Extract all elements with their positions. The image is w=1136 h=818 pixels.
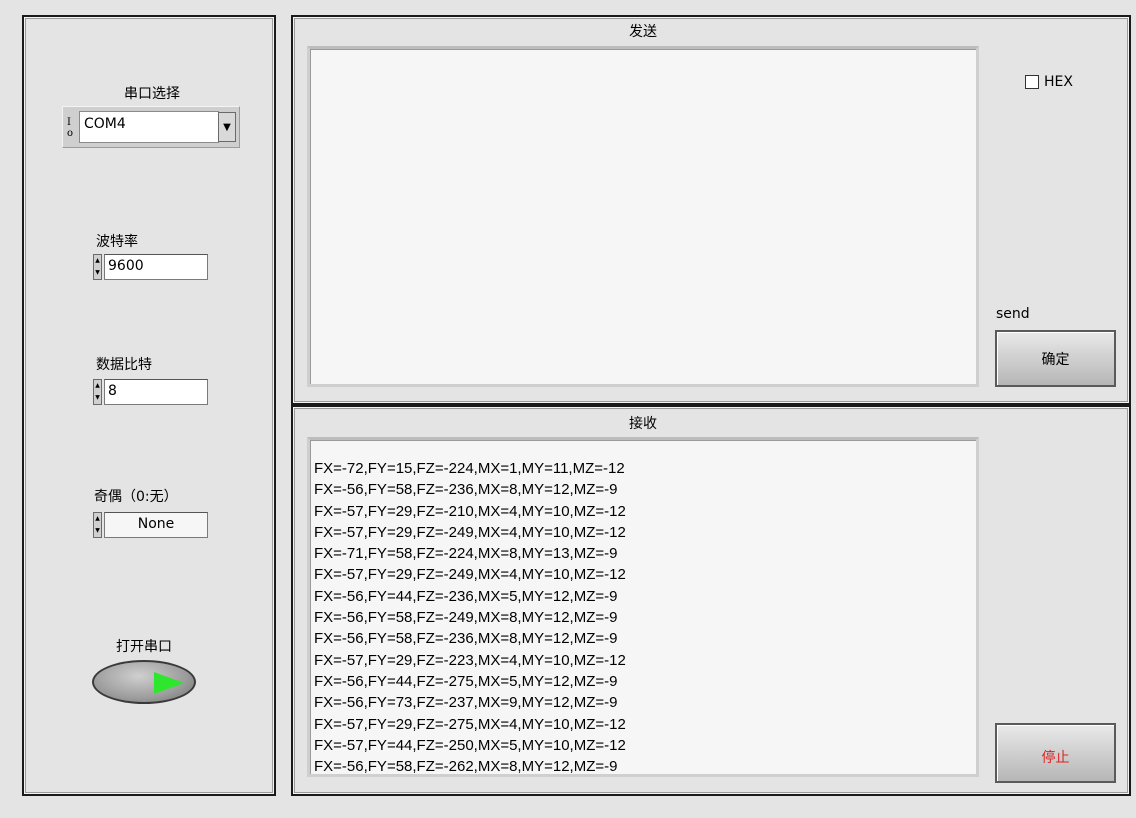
port-select-value[interactable]: COM4: [79, 111, 219, 143]
stop-button[interactable]: 停止: [995, 723, 1116, 783]
decrement-icon[interactable]: ▼: [94, 525, 101, 537]
increment-icon[interactable]: ▲: [94, 255, 101, 267]
receive-panel-title: 接收: [629, 416, 657, 432]
send-textarea[interactable]: [307, 46, 979, 387]
open-port-button[interactable]: [92, 660, 196, 704]
increment-icon[interactable]: ▲: [94, 513, 101, 525]
parity-select[interactable]: None: [104, 512, 208, 538]
send-label: send: [996, 306, 1030, 322]
receive-line: FX=-72,FY=15,FZ=-224,MX=1,MY=11,MZ=-12: [314, 460, 625, 477]
receive-textarea[interactable]: FX=-72,FY=15,FZ=-224,MX=1,MY=11,MZ=-12 FX…: [307, 437, 979, 777]
hex-label: HEX: [1044, 74, 1073, 90]
receive-line: FX=-56,FY=58,FZ=-262,MX=8,MY=12,MZ=-9: [314, 758, 618, 774]
receive-line: FX=-71,FY=58,FZ=-224,MX=8,MY=13,MZ=-9: [314, 545, 618, 563]
decrement-icon[interactable]: ▼: [94, 267, 101, 279]
receive-line: FX=-57,FY=29,FZ=-275,MX=4,MY=10,MZ=-12: [314, 715, 626, 733]
receive-line: FX=-57,FY=29,FZ=-249,MX=4,MY=10,MZ=-12: [314, 566, 626, 584]
hex-checkbox[interactable]: [1025, 75, 1039, 89]
baud-rate-label: 波特率: [96, 234, 138, 250]
send-panel-title: 发送: [629, 24, 657, 40]
receive-line: FX=-56,FY=58,FZ=-249,MX=8,MY=12,MZ=-9: [314, 609, 618, 627]
receive-line: FX=-57,FY=29,FZ=-210,MX=4,MY=10,MZ=-12: [314, 502, 626, 520]
decrement-icon[interactable]: ▼: [94, 392, 101, 404]
port-select[interactable]: Io COM4 ▼: [62, 106, 240, 148]
baud-rate-input[interactable]: 9600: [104, 254, 208, 280]
receive-line: FX=-56,FY=58,FZ=-236,MX=8,MY=12,MZ=-9: [314, 481, 618, 499]
receive-line: FX=-57,FY=29,FZ=-249,MX=4,MY=10,MZ=-12: [314, 523, 626, 541]
io-icon: Io: [67, 117, 74, 139]
receive-line: FX=-56,FY=44,FZ=-236,MX=5,MY=12,MZ=-9: [314, 587, 618, 605]
receive-lines: FX=-72,FY=15,FZ=-224,MX=1,MY=11,MZ=-12 FX…: [314, 458, 972, 774]
parity-stepper[interactable]: ▲ ▼: [93, 512, 102, 538]
receive-line: FX=-56,FY=44,FZ=-275,MX=5,MY=12,MZ=-9: [314, 672, 618, 690]
receive-line: FX=-57,FY=29,FZ=-223,MX=4,MY=10,MZ=-12: [314, 651, 626, 669]
increment-icon[interactable]: ▲: [94, 380, 101, 392]
data-bits-input[interactable]: 8: [104, 379, 208, 405]
parity-label: 奇偶（0:无）: [94, 489, 178, 505]
open-port-label: 打开串口: [116, 639, 172, 655]
confirm-button[interactable]: 确定: [995, 330, 1116, 387]
chevron-down-icon[interactable]: ▼: [218, 112, 236, 142]
data-bits-stepper[interactable]: ▲ ▼: [93, 379, 102, 405]
receive-line: FX=-57,FY=44,FZ=-250,MX=5,MY=10,MZ=-12: [314, 736, 626, 754]
receive-line: FX=-56,FY=58,FZ=-236,MX=8,MY=12,MZ=-9: [314, 630, 618, 648]
port-select-label: 串口选择: [124, 86, 180, 102]
baud-rate-stepper[interactable]: ▲ ▼: [93, 254, 102, 280]
receive-line: FX=-56,FY=73,FZ=-237,MX=9,MY=12,MZ=-9: [314, 694, 618, 712]
data-bits-label: 数据比特: [96, 357, 152, 373]
play-icon: [154, 672, 184, 694]
